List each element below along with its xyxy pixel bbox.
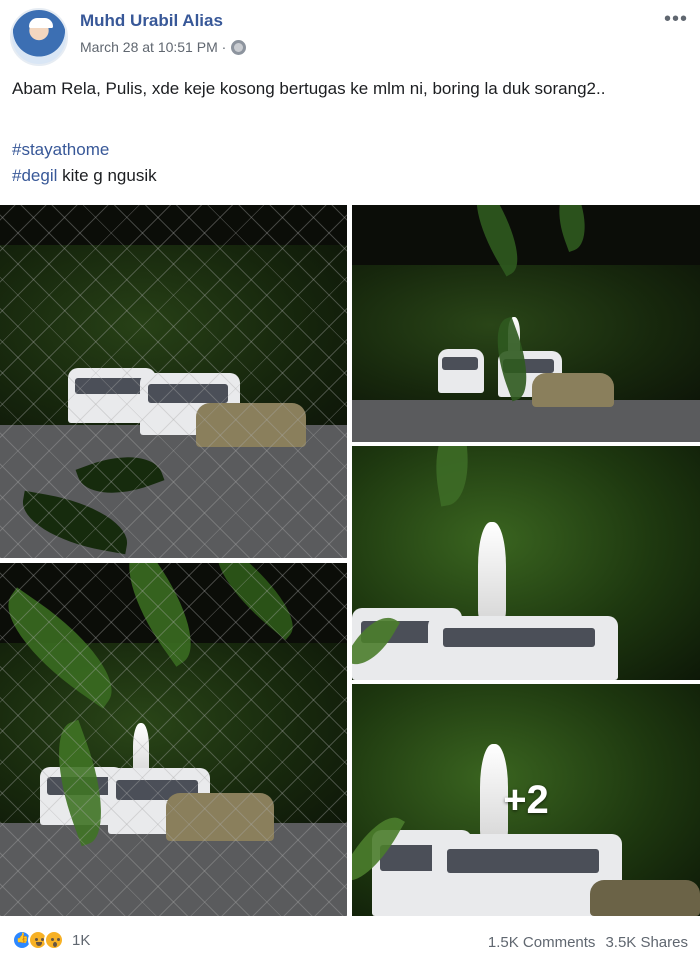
- hashtag-link[interactable]: #stayathome: [12, 140, 109, 159]
- hashtag-line-2: #degil kite g ngusik: [12, 166, 157, 186]
- post-header: Muhd Urabil Alias March 28 at 10:51 PM ·…: [0, 0, 700, 70]
- engagement-counts: 1.5K Comments 3.5K Shares: [488, 934, 688, 951]
- shares-count[interactable]: 3.5K Shares: [605, 934, 688, 951]
- avatar[interactable]: [10, 8, 68, 66]
- more-photos-count[interactable]: +2: [352, 684, 700, 916]
- photo-5[interactable]: +2: [352, 684, 700, 916]
- wow-icon: [44, 930, 64, 950]
- reaction-count[interactable]: 1K: [72, 932, 90, 949]
- photo-2[interactable]: [352, 205, 700, 442]
- author-name[interactable]: Muhd Urabil Alias: [80, 11, 223, 31]
- hashtag-line-1: #stayathome: [12, 140, 109, 160]
- photo-1[interactable]: [0, 205, 347, 558]
- reactions-summary[interactable]: 1K: [12, 930, 90, 950]
- post-meta: March 28 at 10:51 PM ·: [80, 39, 247, 55]
- post-text: Abam Rela, Pulis, xde keje kosong bertug…: [12, 79, 606, 98]
- comments-count[interactable]: 1.5K Comments: [488, 934, 596, 951]
- more-options-icon[interactable]: •••: [664, 9, 688, 29]
- hashtag-text: kite g ngusik: [57, 166, 157, 185]
- photo-3[interactable]: [352, 446, 700, 680]
- globe-icon[interactable]: [231, 39, 247, 55]
- photo-4[interactable]: [0, 563, 347, 916]
- hashtag-link[interactable]: #degil: [12, 166, 57, 185]
- post-timestamp[interactable]: March 28 at 10:51 PM ·: [80, 39, 226, 55]
